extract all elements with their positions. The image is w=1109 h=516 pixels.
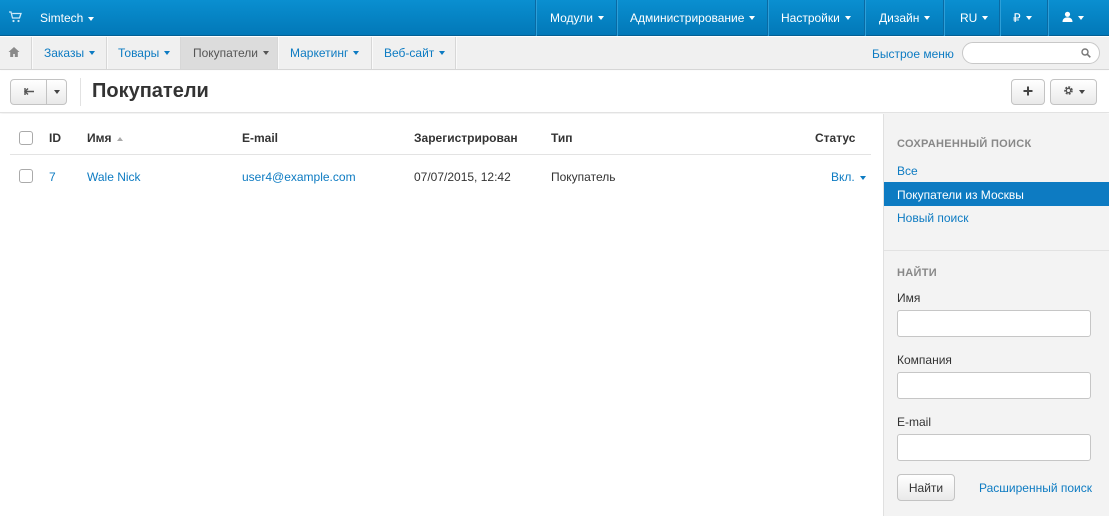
registration-date: 07/07/2015, 12:42 — [414, 170, 511, 184]
chevron-down-icon — [53, 90, 60, 94]
status-dropdown[interactable]: Вкл. — [831, 170, 866, 184]
chevron-down-icon — [1078, 16, 1084, 20]
company-field[interactable] — [897, 372, 1091, 399]
nav-customers-label: Покупатели — [193, 46, 258, 60]
page-title: Покупатели — [92, 80, 209, 102]
nav-orders[interactable]: Заказы — [32, 37, 107, 69]
add-customer-button[interactable] — [1011, 79, 1045, 105]
divider — [767, 0, 768, 36]
saved-search-moscow[interactable]: Покупатели из Москвы — [897, 188, 1024, 202]
quick-menu-link[interactable]: Быстрое меню — [872, 47, 954, 61]
chevron-down-icon — [924, 16, 931, 20]
name-field[interactable] — [897, 310, 1091, 337]
menu-modules-label: Модули — [550, 11, 593, 25]
search-input[interactable] — [962, 42, 1100, 64]
nav-marketing-label: Маркетинг — [290, 46, 349, 60]
top-bar: Simtech Модули Администрирование Настрой… — [0, 0, 1109, 36]
email-field[interactable] — [897, 434, 1091, 461]
chevron-down-icon — [88, 16, 95, 21]
store-selector[interactable]: Simtech — [40, 11, 95, 25]
find-button[interactable]: Найти — [897, 474, 955, 501]
email-field-label: E-mail — [897, 415, 932, 429]
nav-website-label: Веб-сайт — [384, 46, 435, 60]
divider — [943, 0, 944, 36]
column-status[interactable]: Статус — [815, 131, 855, 145]
chevron-down-icon — [597, 16, 604, 20]
menu-modules[interactable]: Модули — [550, 0, 604, 36]
user-menu[interactable] — [1062, 0, 1084, 36]
divider — [80, 78, 81, 106]
chevron-down-icon — [164, 51, 171, 55]
divider — [999, 0, 1000, 36]
column-id[interactable]: ID — [49, 131, 61, 145]
chevron-down-icon — [262, 51, 269, 55]
language-label: RU — [960, 11, 978, 25]
customer-id-link[interactable]: 7 — [49, 170, 56, 184]
menu-settings[interactable]: Настройки — [781, 0, 851, 36]
user-icon — [1062, 11, 1073, 25]
chevron-down-icon — [749, 16, 756, 20]
back-arrow-icon — [23, 85, 35, 99]
back-dropdown-button[interactable] — [46, 79, 67, 105]
nav-products-label: Товары — [118, 46, 160, 60]
currency-label: ₽ — [1013, 11, 1021, 25]
column-name[interactable]: Имя — [87, 131, 123, 145]
column-type[interactable]: Тип — [551, 131, 573, 145]
divider — [535, 0, 536, 36]
chevron-down-icon — [859, 175, 866, 180]
menu-design[interactable]: Дизайн — [879, 0, 931, 36]
store-name: Simtech — [40, 11, 84, 25]
nav-marketing[interactable]: Маркетинг — [278, 37, 371, 69]
find-heading: НАЙТИ — [897, 267, 937, 279]
back-button[interactable] — [10, 79, 47, 105]
chevron-down-icon — [1025, 16, 1032, 20]
column-name-label: Имя — [87, 131, 112, 145]
new-search-link[interactable]: Новый поиск — [897, 211, 969, 225]
menu-administration-label: Администрирование — [630, 11, 745, 25]
search-icon[interactable] — [1081, 47, 1091, 58]
customer-name-link[interactable]: Wale Nick — [87, 170, 141, 184]
select-all-checkbox[interactable] — [19, 131, 33, 145]
chevron-down-icon — [1078, 90, 1085, 94]
nav-customers[interactable]: Покупатели — [181, 37, 277, 69]
nav-products[interactable]: Товары — [107, 37, 181, 69]
settings-dropdown-button[interactable] — [1050, 79, 1097, 105]
divider — [455, 37, 456, 69]
chevron-down-icon — [353, 51, 360, 55]
name-field-label: Имя — [897, 291, 921, 305]
customer-email-link[interactable]: user4@example.com — [242, 170, 356, 184]
chevron-down-icon — [439, 51, 446, 55]
chevron-down-icon — [982, 16, 989, 20]
divider — [1047, 0, 1048, 36]
home-icon[interactable] — [8, 46, 20, 58]
plus-icon — [1023, 85, 1033, 99]
chevron-down-icon — [89, 51, 96, 55]
currency-selector[interactable]: ₽ — [1013, 0, 1032, 36]
divider — [10, 154, 871, 155]
cart-icon[interactable] — [8, 10, 22, 24]
nav-website[interactable]: Веб-сайт — [372, 37, 457, 69]
company-field-label: Компания — [897, 353, 952, 367]
gear-icon — [1063, 85, 1074, 99]
saved-search-heading: СОХРАНЕННЫЙ ПОИСК — [897, 138, 1032, 150]
menu-administration[interactable]: Администрирование — [630, 0, 756, 36]
customer-type: Покупатель — [551, 170, 616, 184]
menu-design-label: Дизайн — [879, 11, 920, 25]
status-label: Вкл. — [831, 170, 855, 184]
column-email[interactable]: E-mail — [242, 131, 278, 145]
column-registered[interactable]: Зарегистрирован — [414, 131, 518, 145]
advanced-search-link[interactable]: Расширенный поиск — [979, 481, 1092, 495]
chevron-down-icon — [844, 16, 851, 20]
language-selector[interactable]: RU — [960, 0, 989, 36]
row-checkbox[interactable] — [19, 169, 33, 183]
divider — [616, 0, 617, 36]
nav-orders-label: Заказы — [44, 46, 85, 60]
sort-asc-icon — [116, 136, 123, 141]
divider — [884, 250, 1109, 251]
divider — [864, 0, 865, 36]
saved-search-all[interactable]: Все — [897, 164, 918, 178]
menu-settings-label: Настройки — [781, 11, 840, 25]
